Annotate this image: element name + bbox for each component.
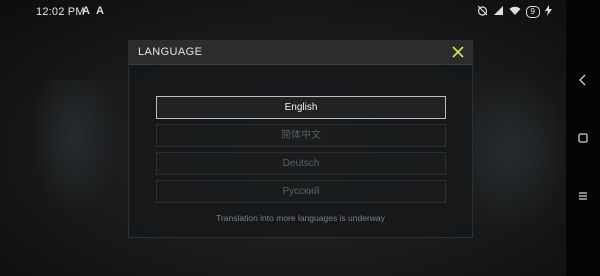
- close-icon: [452, 46, 464, 58]
- background-art-right: [470, 70, 570, 230]
- back-icon: [579, 74, 586, 86]
- language-option-english[interactable]: English: [156, 96, 446, 119]
- signal-icon: [493, 5, 504, 19]
- language-option-russian[interactable]: Русский: [156, 180, 446, 203]
- recents-button[interactable]: [575, 188, 591, 204]
- language-dialog: LANGUAGE English 简体中文 Deutsch Русский Tr…: [128, 40, 473, 238]
- navigation-bar: [566, 0, 600, 276]
- notification-icon: A: [96, 5, 104, 17]
- home-icon: [578, 133, 588, 143]
- home-button[interactable]: [575, 130, 591, 146]
- language-option-chinese[interactable]: 简体中文: [156, 124, 446, 147]
- battery-indicator: 9: [525, 6, 540, 18]
- background-art-left: [30, 80, 120, 220]
- back-button[interactable]: [575, 72, 591, 88]
- dialog-header: LANGUAGE: [129, 41, 472, 65]
- recents-icon: [579, 192, 587, 200]
- status-bar: 12:02 PM A A 9: [0, 0, 566, 24]
- wifi-icon: [509, 6, 521, 19]
- status-time: 12:02 PM: [36, 6, 85, 18]
- language-option-german[interactable]: Deutsch: [156, 152, 446, 175]
- close-button[interactable]: [450, 44, 466, 60]
- alarm-off-icon: [477, 5, 488, 19]
- translation-note: Translation into more languages is under…: [216, 213, 385, 223]
- dialog-title: LANGUAGE: [138, 46, 203, 58]
- notification-icon: A: [82, 5, 90, 17]
- game-screen: 12:02 PM A A 9 LANGUAGE English 简体中文 Deu…: [0, 0, 600, 276]
- charging-icon: [545, 5, 552, 19]
